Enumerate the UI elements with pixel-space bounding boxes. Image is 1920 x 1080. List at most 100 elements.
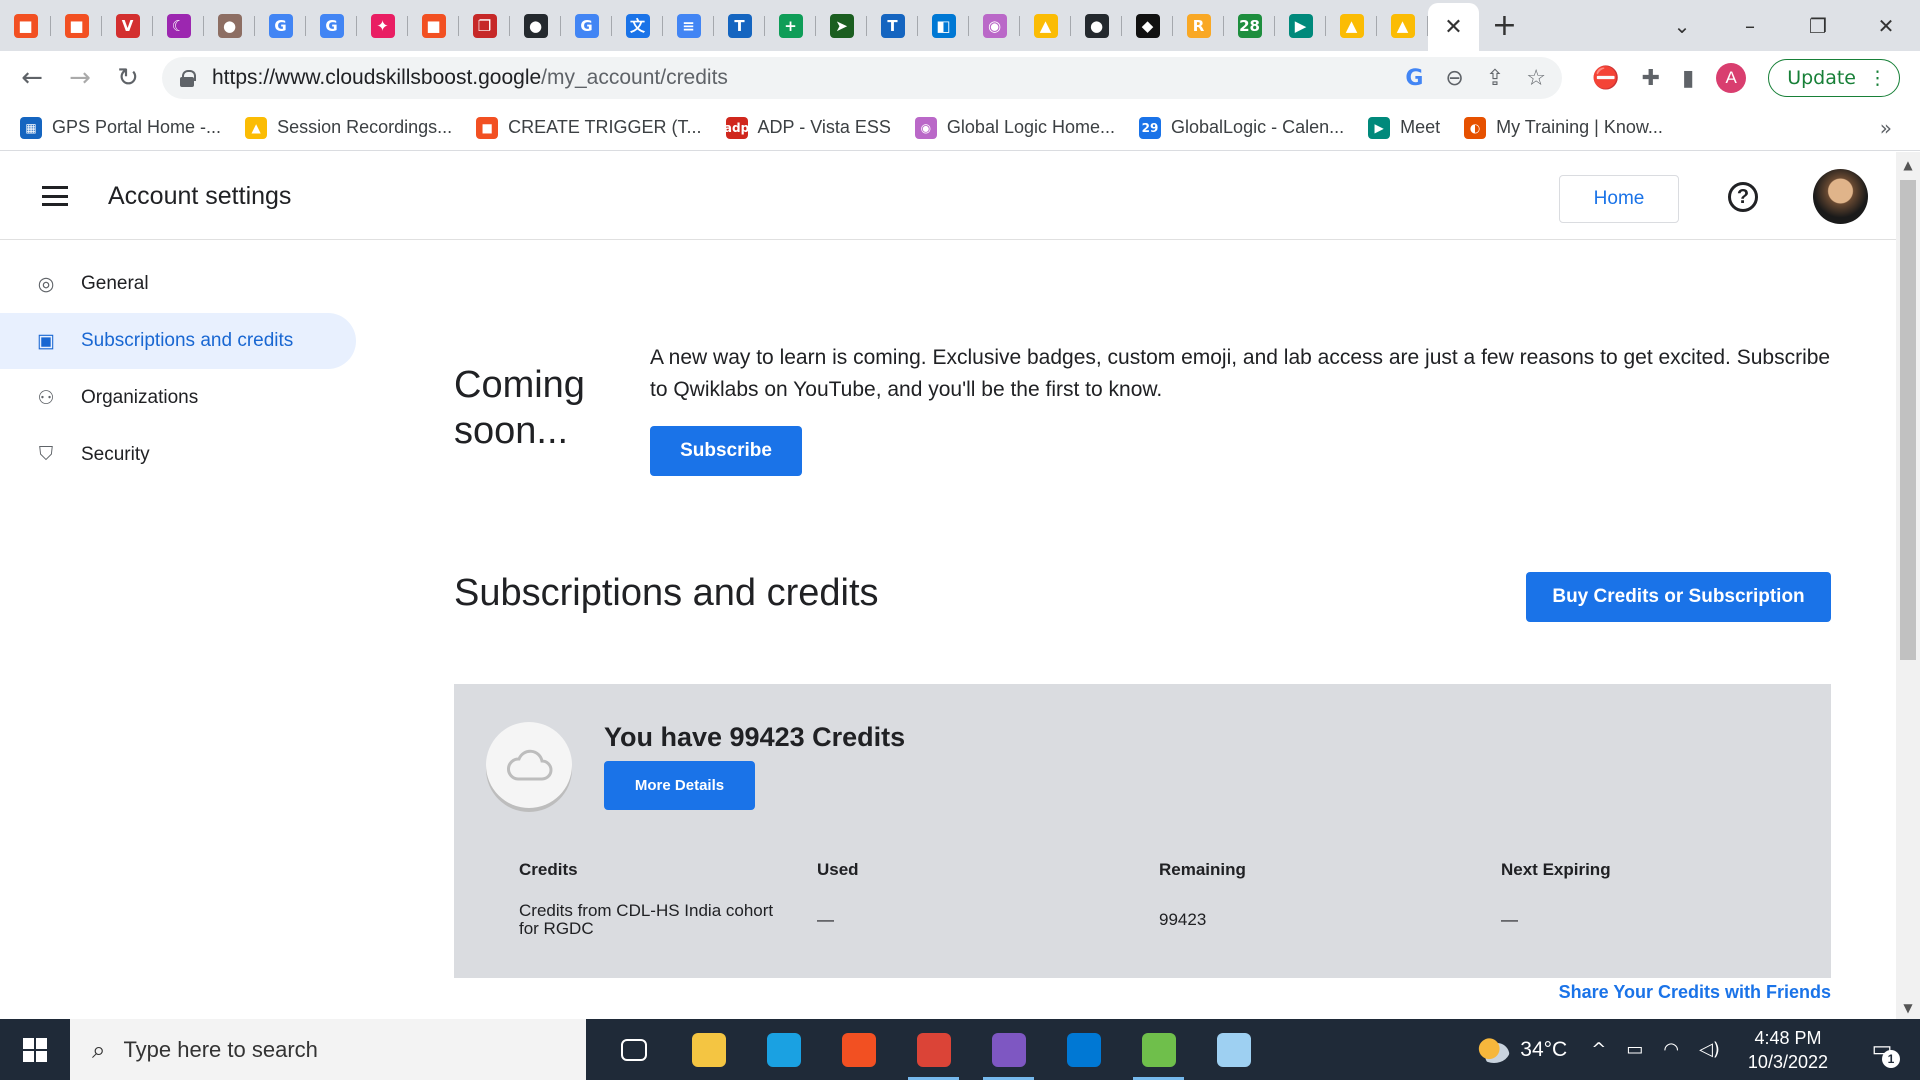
menu-icon[interactable]: [42, 186, 68, 206]
browser-tab[interactable]: ●: [204, 0, 255, 51]
sidebar-item-organizations[interactable]: ⚇ Organizations: [0, 370, 360, 426]
browser-tab[interactable]: ▲: [1020, 0, 1071, 51]
bookmarks-overflow-icon[interactable]: »: [1880, 116, 1892, 140]
forward-icon[interactable]: →: [56, 63, 104, 93]
restore-icon[interactable]: ❐: [1784, 14, 1852, 38]
extensions-puzzle-icon[interactable]: ✚: [1642, 66, 1660, 91]
sidebar-item-general[interactable]: ◎ General: [0, 256, 360, 312]
browser-tab[interactable]: ✦: [357, 0, 408, 51]
browser-tab[interactable]: G: [561, 0, 612, 51]
subscribe-button[interactable]: Subscribe: [650, 426, 802, 476]
browser-tab[interactable]: T: [867, 0, 918, 51]
google-lens-icon[interactable]: G: [1405, 66, 1423, 91]
weather-icon: [1478, 1036, 1511, 1063]
scrollbar-thumb[interactable]: [1900, 180, 1916, 660]
column-header: Used: [817, 860, 859, 879]
bookmark-item[interactable]: ◉ Global Logic Home...: [914, 116, 1115, 139]
unity-icon: ◆: [1135, 13, 1160, 38]
browser-tab[interactable]: ◧: [918, 0, 969, 51]
browser-tab[interactable]: ≡: [663, 0, 714, 51]
browser-tab[interactable]: +: [765, 0, 816, 51]
battery-icon[interactable]: ▭: [1626, 1039, 1643, 1060]
taskbar-app[interactable]: [896, 1019, 971, 1080]
profile-avatar[interactable]: A: [1716, 63, 1747, 93]
sidebar-item-security[interactable]: ⛉ Security: [0, 427, 360, 483]
lock-icon[interactable]: [180, 70, 196, 87]
side-panel-icon[interactable]: ▮: [1682, 66, 1694, 91]
taskbar-app[interactable]: [1196, 1019, 1271, 1080]
taskbar-search[interactable]: ⌕ Type here to search: [70, 1019, 586, 1080]
browser-tab[interactable]: G: [255, 0, 306, 51]
bookmark-item[interactable]: ■ CREATE TRIGGER (T...: [476, 116, 702, 139]
browser-tab[interactable]: V: [102, 0, 153, 51]
sidebar-item-subscriptions-and-credits[interactable]: ▣ Subscriptions and credits: [0, 313, 356, 369]
browser-tab[interactable]: R: [1173, 0, 1224, 51]
close-window-icon[interactable]: ✕: [1852, 14, 1920, 38]
reload-icon[interactable]: ↻: [104, 63, 152, 93]
taskbar-app[interactable]: [1121, 1019, 1196, 1080]
browser-tab[interactable]: ❐: [459, 0, 510, 51]
scroll-down-icon[interactable]: ▼: [1896, 1001, 1920, 1015]
taskbar-app[interactable]: [1046, 1019, 1121, 1080]
bookmark-item[interactable]: adp ADP - Vista ESS: [724, 116, 891, 139]
taskbar-app[interactable]: [671, 1019, 746, 1080]
buy-credits-button[interactable]: Buy Credits or Subscription: [1526, 572, 1831, 622]
browser-tab[interactable]: 28: [1224, 0, 1275, 51]
taskbar-app[interactable]: [746, 1019, 821, 1080]
minimize-icon[interactable]: –: [1716, 14, 1784, 38]
wifi-icon[interactable]: ◠: [1663, 1039, 1679, 1060]
bookmark-item[interactable]: ▶ Meet: [1368, 116, 1440, 139]
bookmark-item[interactable]: ▦ GPS Portal Home -...: [20, 116, 221, 139]
browser-tab[interactable]: ▲: [1377, 0, 1428, 51]
browser-tab[interactable]: ■: [51, 0, 102, 51]
help-icon[interactable]: ?: [1728, 182, 1758, 212]
active-tab[interactable]: ✕: [1428, 3, 1479, 51]
weather-widget[interactable]: 34°C: [1478, 1036, 1567, 1063]
back-icon[interactable]: ←: [8, 63, 56, 93]
chevron-up-icon[interactable]: ^: [1591, 1039, 1606, 1060]
browser-tab[interactable]: ▲: [1326, 0, 1377, 51]
start-button[interactable]: [0, 1019, 70, 1080]
taskbar-app[interactable]: [596, 1019, 671, 1080]
browser-tab[interactable]: ☾: [153, 0, 204, 51]
browser-tab[interactable]: ➤: [816, 0, 867, 51]
clock[interactable]: 4:48 PM 10/3/2022: [1748, 1026, 1828, 1074]
new-tab-button[interactable]: +: [1479, 8, 1530, 43]
browser-tab[interactable]: ●: [510, 0, 561, 51]
browser-tab[interactable]: ●: [1071, 0, 1122, 51]
browser-tab[interactable]: ◉: [969, 0, 1020, 51]
url-text[interactable]: https://www.cloudskillsboost.google/my_a…: [212, 66, 728, 90]
tab-search-chevron-icon[interactable]: ⌄: [1648, 14, 1716, 38]
address-bar[interactable]: https://www.cloudskillsboost.google/my_a…: [162, 57, 1562, 99]
bookmark-item[interactable]: 29 GlobalLogic - Calen...: [1139, 116, 1344, 139]
browser-tab[interactable]: ■: [0, 0, 51, 51]
credit-card-icon: ▣: [37, 330, 55, 352]
google-drive-icon: ▲: [245, 116, 268, 139]
scroll-up-icon[interactable]: ▲: [1896, 158, 1920, 172]
bookmark-star-icon[interactable]: ☆: [1526, 66, 1546, 91]
credits-table: Credits Used Remaining Next Expiring Cre…: [519, 860, 1809, 938]
page-scrollbar[interactable]: ▲ ▼: [1896, 152, 1920, 1019]
bookmark-item[interactable]: ◐ My Training | Know...: [1464, 116, 1663, 139]
update-button[interactable]: Update ⋮: [1768, 59, 1900, 97]
close-tab-icon[interactable]: ✕: [1444, 15, 1462, 40]
zoom-icon[interactable]: ⊖: [1445, 66, 1463, 91]
more-details-button[interactable]: More Details: [604, 761, 755, 810]
home-button[interactable]: Home: [1559, 175, 1679, 223]
browser-tab[interactable]: T: [714, 0, 765, 51]
browser-tab[interactable]: 文: [612, 0, 663, 51]
share-icon[interactable]: ⇪: [1486, 66, 1504, 91]
browser-tab[interactable]: ■: [408, 0, 459, 51]
share-credits-link[interactable]: Share Your Credits with Friends: [1500, 982, 1831, 1003]
adblock-extension-icon[interactable]: ⛔: [1592, 66, 1619, 91]
browser-tab[interactable]: ▶: [1275, 0, 1326, 51]
user-avatar[interactable]: [1813, 169, 1868, 224]
bookmark-item[interactable]: ▲ Session Recordings...: [245, 116, 452, 139]
bookmark-label: CREATE TRIGGER (T...: [508, 117, 702, 137]
taskbar-app[interactable]: [971, 1019, 1046, 1080]
browser-tab[interactable]: G: [306, 0, 357, 51]
volume-icon[interactable]: ◁): [1699, 1039, 1720, 1060]
taskbar-app[interactable]: [821, 1019, 896, 1080]
notification-icon[interactable]: ▭ 1: [1862, 1030, 1902, 1070]
browser-tab[interactable]: ◆: [1122, 0, 1173, 51]
